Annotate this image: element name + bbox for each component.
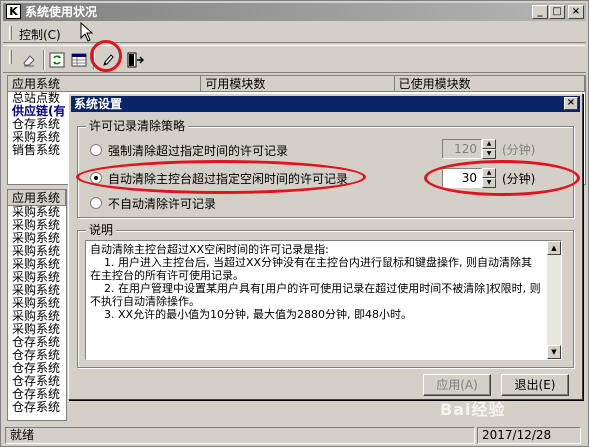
scroll-up-icon[interactable]: ▲	[547, 241, 561, 255]
policy-group: 许可记录清除策略 强制清除超过指定时间的许可记录 自动清除主控台超过指定空闲时间…	[77, 119, 574, 218]
radio-label: 不自动清除许可记录	[108, 196, 217, 211]
radio-label: 强制清除超过指定时间的许可记录	[108, 143, 289, 158]
menu-control[interactable]: 控制(C)	[19, 26, 61, 43]
auto-minutes-stepper[interactable]: ▲▼ (分钟)	[442, 168, 535, 188]
spin-down-icon[interactable]: ▼	[482, 178, 496, 188]
radio-label: 自动清除主控台超过指定空闲时间的许可记录	[108, 171, 349, 186]
force-minutes-input[interactable]	[442, 139, 482, 159]
toolbar-separator	[43, 50, 45, 70]
spin-down-icon[interactable]: ▼	[482, 149, 496, 159]
refresh-icon[interactable]	[47, 50, 67, 70]
status-text: 就绪	[5, 427, 475, 444]
radio-button[interactable]	[90, 172, 102, 184]
minimize-button[interactable]: _	[532, 5, 548, 19]
force-minutes-unit: (分钟)	[502, 142, 536, 157]
statusbar: 就绪 2017/12/28	[3, 425, 586, 445]
toolbar	[3, 45, 586, 73]
settings-dialog: 系统设置 × 许可记录清除策略 强制清除超过指定时间的许可记录 自动清除主控台超…	[68, 93, 583, 400]
toolbar-grip	[9, 50, 12, 64]
spin-buttons[interactable]: ▲ ▼	[482, 168, 496, 188]
menu-grip	[9, 26, 12, 40]
exit-icon[interactable]	[125, 50, 145, 70]
status-date: 2017/12/28	[477, 427, 581, 444]
explain-group-label: 说明	[86, 223, 117, 237]
toolbar-separator	[93, 50, 95, 70]
maximize-button[interactable]: □	[549, 5, 565, 19]
module-table: 应用系统 采购系统 采购系统 采购系统 采购系统 采购系统 采购系统 采购系统 …	[7, 189, 67, 421]
explain-line: 2. 在用户管理中设置某用户具有[用户的许可使用记录在超过使用时间不被清除]权限…	[90, 282, 541, 308]
apply-button[interactable]: 应用(A)	[423, 374, 491, 396]
column-header[interactable]: 应用系统	[8, 190, 66, 205]
window-title: 系统使用状况	[25, 5, 98, 19]
column-header[interactable]: 应用系统	[8, 76, 202, 91]
spin-up-icon[interactable]: ▲	[482, 139, 496, 149]
column-header[interactable]: 已使用模块数	[395, 76, 585, 91]
table-rows: 采购系统 采购系统 采购系统 采购系统 采购系统 采购系统 采购系统 采购系统 …	[8, 206, 66, 414]
radio-no-clear[interactable]: 不自动清除许可记录	[90, 194, 216, 212]
close-button[interactable]: ×	[568, 5, 584, 19]
explain-line: 自动清除主控台超过XX空闲时间的许可记录是指:	[90, 243, 329, 256]
table-row[interactable]: 仓存系统	[8, 401, 66, 414]
explain-textbox[interactable]: 自动清除主控台超过XX空闲时间的许可记录是指: 1. 用户进入主控台后, 当超过…	[85, 240, 562, 360]
mouse-cursor-icon	[80, 22, 94, 42]
scroll-down-icon[interactable]: ▼	[547, 345, 561, 359]
explain-line: 1. 用户进入主控台后, 当超过XX分钟没有在主控台内进行鼠标和键盘操作, 则自…	[90, 256, 533, 282]
explain-line: 3. XX允许的最小值为10分钟, 最大值为2880分钟, 即48小时。	[90, 308, 413, 321]
radio-auto-clear[interactable]: 自动清除主控台超过指定空闲时间的许可记录	[90, 169, 348, 187]
spin-up-icon[interactable]: ▲	[482, 168, 496, 178]
pencil-icon[interactable]	[98, 50, 118, 70]
eraser-icon[interactable]	[19, 50, 39, 70]
explain-scrollbar[interactable]: ▲ ▼	[547, 241, 561, 359]
table-header: 应用系统 可用模块数 已使用模块数	[8, 76, 585, 92]
window-titlebar: K 系统使用状况 _ □ ×	[3, 3, 586, 21]
grid-icon[interactable]	[69, 50, 89, 70]
auto-minutes-input[interactable]	[442, 168, 482, 188]
force-minutes-stepper[interactable]: ▲▼ (分钟)	[442, 139, 535, 159]
spin-buttons[interactable]: ▲ ▼	[482, 139, 496, 159]
radio-button[interactable]	[90, 144, 102, 156]
dialog-close-button[interactable]: ×	[564, 97, 578, 110]
radio-force-clear[interactable]: 强制清除超过指定时间的许可记录	[90, 141, 288, 159]
watermark: Bai经验	[440, 400, 506, 419]
table-header: 应用系统	[8, 190, 66, 206]
app-icon: K	[6, 4, 21, 19]
radio-button[interactable]	[90, 197, 102, 209]
dialog-titlebar: 系统设置 ×	[71, 96, 580, 112]
auto-minutes-unit: (分钟)	[502, 171, 536, 186]
exit-button[interactable]: 退出(E)	[501, 374, 569, 396]
column-header[interactable]: 可用模块数	[201, 76, 395, 91]
dialog-title: 系统设置	[74, 97, 123, 111]
policy-group-label: 许可记录清除策略	[86, 119, 189, 133]
